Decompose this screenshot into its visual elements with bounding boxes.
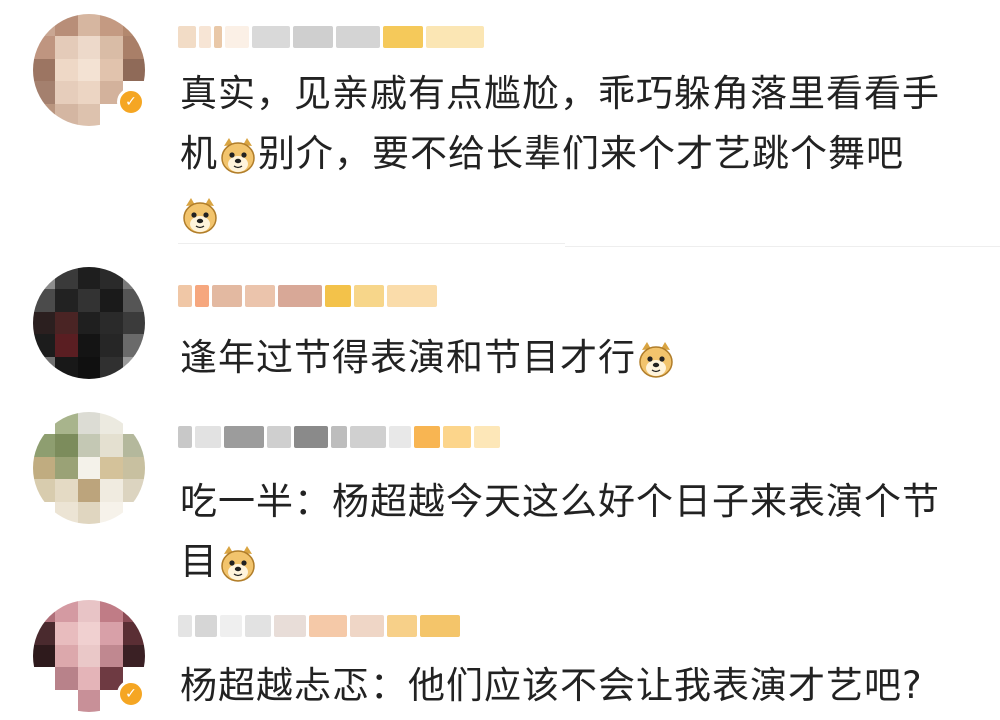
username-blurred[interactable] <box>178 422 503 452</box>
comment-text: 逢年过节得表演和节目才行 <box>180 328 968 388</box>
comment-item: 逢年过节得表演和节目才行 <box>0 252 1000 402</box>
comment-text-part: 别介，要不给长辈们来个才艺跳个舞吧 <box>258 132 904 175</box>
avatar[interactable] <box>33 267 145 379</box>
divider <box>565 246 1000 247</box>
doge-emoji-icon <box>218 544 258 584</box>
comment-text-part: 吃一半：杨超越今天这么好个日子来表演个节目 <box>180 480 940 583</box>
comment-item: ✓ 真实，见亲戚有点尴尬，乖巧躲角落里看看手机 别介，要不给长辈们来个才艺跳个舞吧 <box>0 0 1000 245</box>
comment-text: 吃一半：杨超越今天这么好个日子来表演个节目 <box>180 472 968 592</box>
divider <box>178 243 565 244</box>
doge-emoji-icon <box>636 340 676 380</box>
username-blurred[interactable] <box>178 611 463 641</box>
username-blurred[interactable] <box>178 281 440 311</box>
avatar[interactable] <box>33 412 145 524</box>
comment-text: 真实，见亲戚有点尴尬，乖巧躲角落里看看手机 别介，要不给长辈们来个才艺跳个舞吧 <box>180 64 968 244</box>
doge-emoji-icon <box>218 136 258 176</box>
comment-item: ✓ 杨超越忐忑：他们应该不会让我表演才艺吧? <box>0 590 1000 720</box>
doge-emoji-icon <box>180 196 220 236</box>
comment-text: 杨超越忐忑：他们应该不会让我表演才艺吧? <box>180 656 968 716</box>
username-blurred[interactable] <box>178 22 487 52</box>
comment-item: 吃一半：杨超越今天这么好个日子来表演个节目 <box>0 400 1000 590</box>
comment-text-part: 杨超越忐忑：他们应该不会让我表演才艺吧? <box>180 664 923 707</box>
verified-badge-icon: ✓ <box>117 88 145 116</box>
comment-text-part: 逢年过节得表演和节目才行 <box>180 336 636 379</box>
verified-badge-icon: ✓ <box>117 680 145 708</box>
